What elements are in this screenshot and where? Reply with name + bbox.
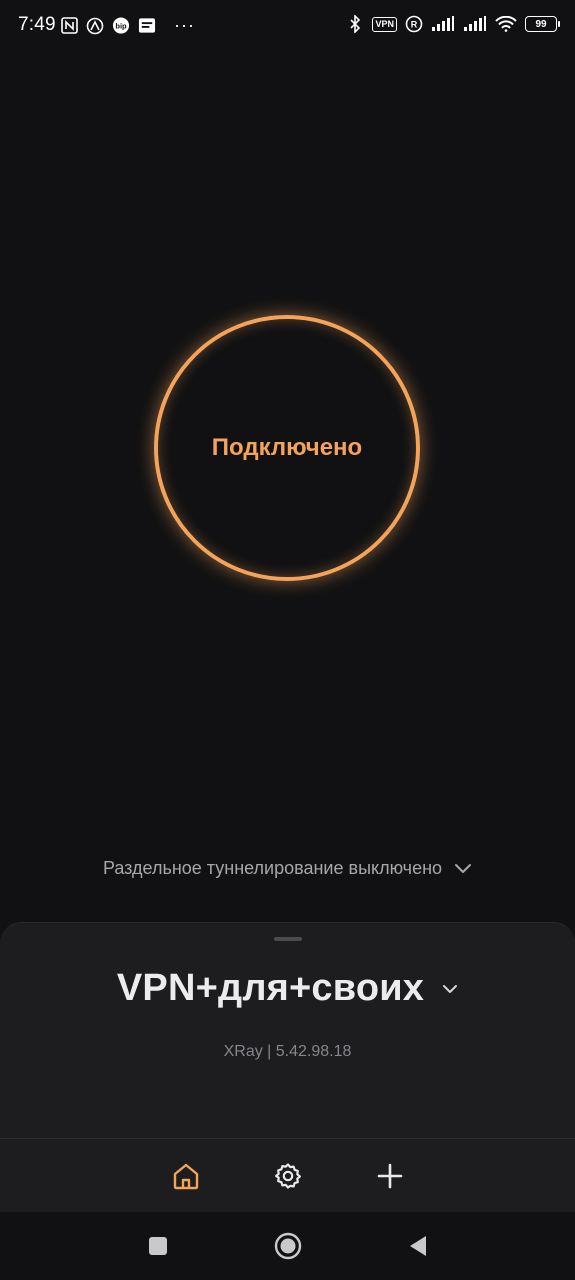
bluetooth-icon <box>346 15 364 33</box>
system-nav-bar <box>0 1212 575 1280</box>
gear-icon <box>273 1161 303 1191</box>
chevron-down-icon <box>442 984 458 994</box>
plus-icon <box>376 1162 404 1190</box>
back-button[interactable] <box>403 1231 433 1261</box>
connection-status-label: Подключено <box>211 434 363 461</box>
status-left-icons: bip ··· <box>60 15 195 36</box>
bip-icon: bip <box>112 17 130 35</box>
signal-icon <box>463 15 487 33</box>
battery-level: 99 <box>535 18 547 30</box>
back-triangle-icon <box>408 1235 428 1257</box>
sheet-grabber[interactable] <box>274 937 302 941</box>
app-screen: 7:49 bip ··· VPN R 99 Подключено Раздель… <box>0 0 575 1280</box>
recent-apps-button[interactable] <box>143 1231 173 1261</box>
split-tunneling-toggle[interactable]: Раздельное туннелирование выключено <box>0 858 575 879</box>
home-nav-button[interactable] <box>273 1231 303 1261</box>
server-selector[interactable]: VPN+для+своих <box>0 967 575 1010</box>
circle-icon <box>274 1232 302 1260</box>
wifi-icon <box>495 15 517 33</box>
vpn-icon: VPN <box>372 16 397 32</box>
server-bottom-sheet: VPN+для+своих XRay | 5.42.98.18 <box>0 922 575 1139</box>
svg-text:R: R <box>411 20 418 30</box>
connection-toggle-button[interactable]: Подключено <box>154 315 420 581</box>
server-protocol-info: XRay | 5.42.98.18 <box>223 1043 352 1060</box>
square-icon <box>148 1236 168 1256</box>
home-icon <box>171 1161 201 1191</box>
chevron-down-icon <box>454 863 472 875</box>
mail-icon <box>138 17 156 35</box>
split-tunneling-label: Раздельное туннелирование выключено <box>102 858 443 878</box>
status-time: 7:49 <box>18 14 56 35</box>
tab-settings[interactable] <box>270 1158 306 1194</box>
notification-app-icon <box>86 17 104 35</box>
status-right-icons: VPN R 99 <box>346 15 560 33</box>
nfc-icon <box>60 17 78 35</box>
tab-home[interactable] <box>168 1158 204 1194</box>
tab-add[interactable] <box>372 1158 408 1194</box>
server-name: VPN+для+своих <box>116 967 425 1009</box>
signal-icon <box>431 15 455 33</box>
tab-bar <box>0 1138 575 1213</box>
battery-icon: 99 <box>525 16 560 32</box>
more-notifications-icon: ··· <box>174 15 195 35</box>
registered-icon: R <box>405 15 423 33</box>
svg-text:bip: bip <box>115 21 127 30</box>
status-bar: 7:49 bip ··· VPN R 99 <box>0 0 575 52</box>
